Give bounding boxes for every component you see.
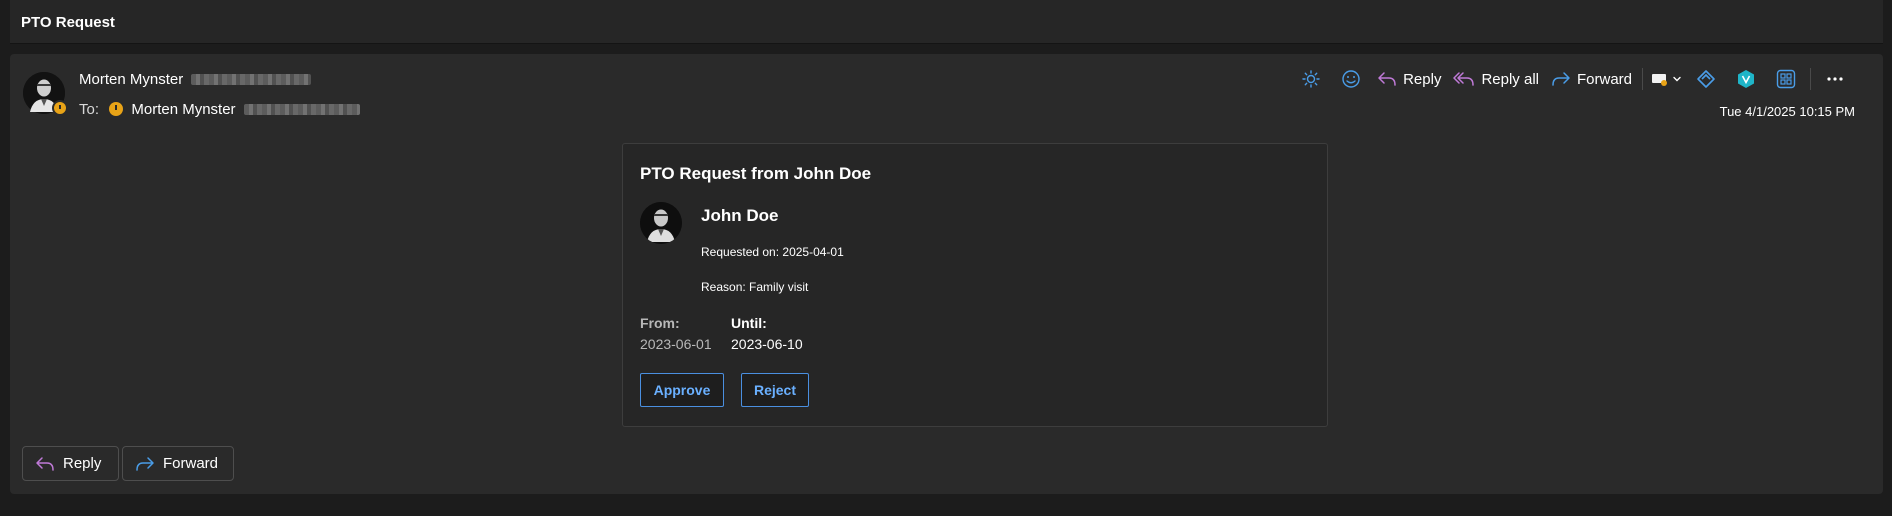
recipient-line: To: Morten Mynster [79, 101, 360, 118]
from-date: 2023-06-01 [640, 336, 712, 352]
card-title: PTO Request from John Doe [640, 164, 872, 183]
reply-all-label: Reply all [1481, 70, 1539, 88]
requester-name: John Doe [701, 206, 779, 225]
reply-icon [36, 456, 54, 471]
tag-menu-button[interactable] [1647, 66, 1686, 92]
toolbar-divider [1810, 68, 1811, 90]
person-icon [640, 202, 682, 244]
sender-line[interactable]: Morten Mynster [79, 71, 312, 88]
presence-away-icon [109, 102, 124, 116]
forward-icon [1552, 72, 1570, 86]
message-pane: Morten Mynster To: Morten Mynster Reply … [10, 54, 1883, 494]
footer-reply-button[interactable]: Reply [22, 446, 119, 481]
pto-request-card: PTO Request from John Doe John Doe Reque… [622, 143, 1328, 427]
chevron-down-icon [1673, 76, 1681, 82]
forward-label: Forward [1576, 70, 1632, 88]
viva-icon [1738, 70, 1754, 88]
brightness-button[interactable] [1291, 66, 1331, 92]
from-label: From: [640, 315, 680, 331]
approve-button[interactable]: Approve [640, 373, 724, 407]
reject-button[interactable]: Reject [741, 373, 809, 407]
reply-icon [1378, 72, 1396, 86]
forward-button[interactable]: Forward [1545, 66, 1638, 92]
sender-avatar[interactable] [23, 72, 68, 116]
footer-forward-button[interactable]: Forward [122, 446, 234, 481]
message-timestamp: Tue 4/1/2025 10:15 PM [1719, 104, 1855, 119]
request-reason: Reason: Family visit [701, 280, 809, 294]
redacted-email [191, 74, 312, 85]
requester-avatar [640, 202, 682, 244]
reply-label: Reply [1403, 70, 1442, 88]
window-title: PTO Request [21, 14, 115, 31]
smiley-icon [1342, 70, 1360, 88]
requested-on: Requested on: 2025-04-01 [701, 245, 844, 259]
more-actions-button[interactable] [1815, 66, 1855, 92]
footer-reply-label: Reply [63, 455, 102, 472]
footer-forward-label: Forward [163, 455, 219, 472]
until-label: Until: [731, 315, 767, 331]
title-bar: PTO Request [10, 0, 1883, 44]
apps-button[interactable] [1766, 66, 1806, 92]
sender-name[interactable]: Morten Mynster [79, 71, 183, 88]
until-date: 2023-06-10 [731, 336, 803, 352]
reply-all-icon [1453, 72, 1475, 86]
redacted-email [243, 104, 360, 115]
apps-icon [1776, 69, 1796, 89]
presence-away-icon [52, 100, 68, 116]
react-button[interactable] [1331, 66, 1371, 92]
reply-all-button[interactable]: Reply all [1447, 66, 1545, 92]
to-label: To: [79, 101, 100, 118]
reply-button[interactable]: Reply [1371, 66, 1447, 92]
sun-icon [1302, 70, 1320, 88]
tag-icon [1652, 74, 1667, 86]
recipient-name[interactable]: Morten Mynster [131, 101, 235, 118]
toolbar-divider [1642, 68, 1643, 90]
forward-icon [136, 456, 154, 471]
viva-button[interactable] [1726, 66, 1766, 92]
loop-button[interactable] [1686, 66, 1726, 92]
more-icon [1827, 77, 1843, 81]
loop-icon [1697, 70, 1715, 88]
message-toolbar: Reply Reply all Forward [1291, 66, 1855, 92]
